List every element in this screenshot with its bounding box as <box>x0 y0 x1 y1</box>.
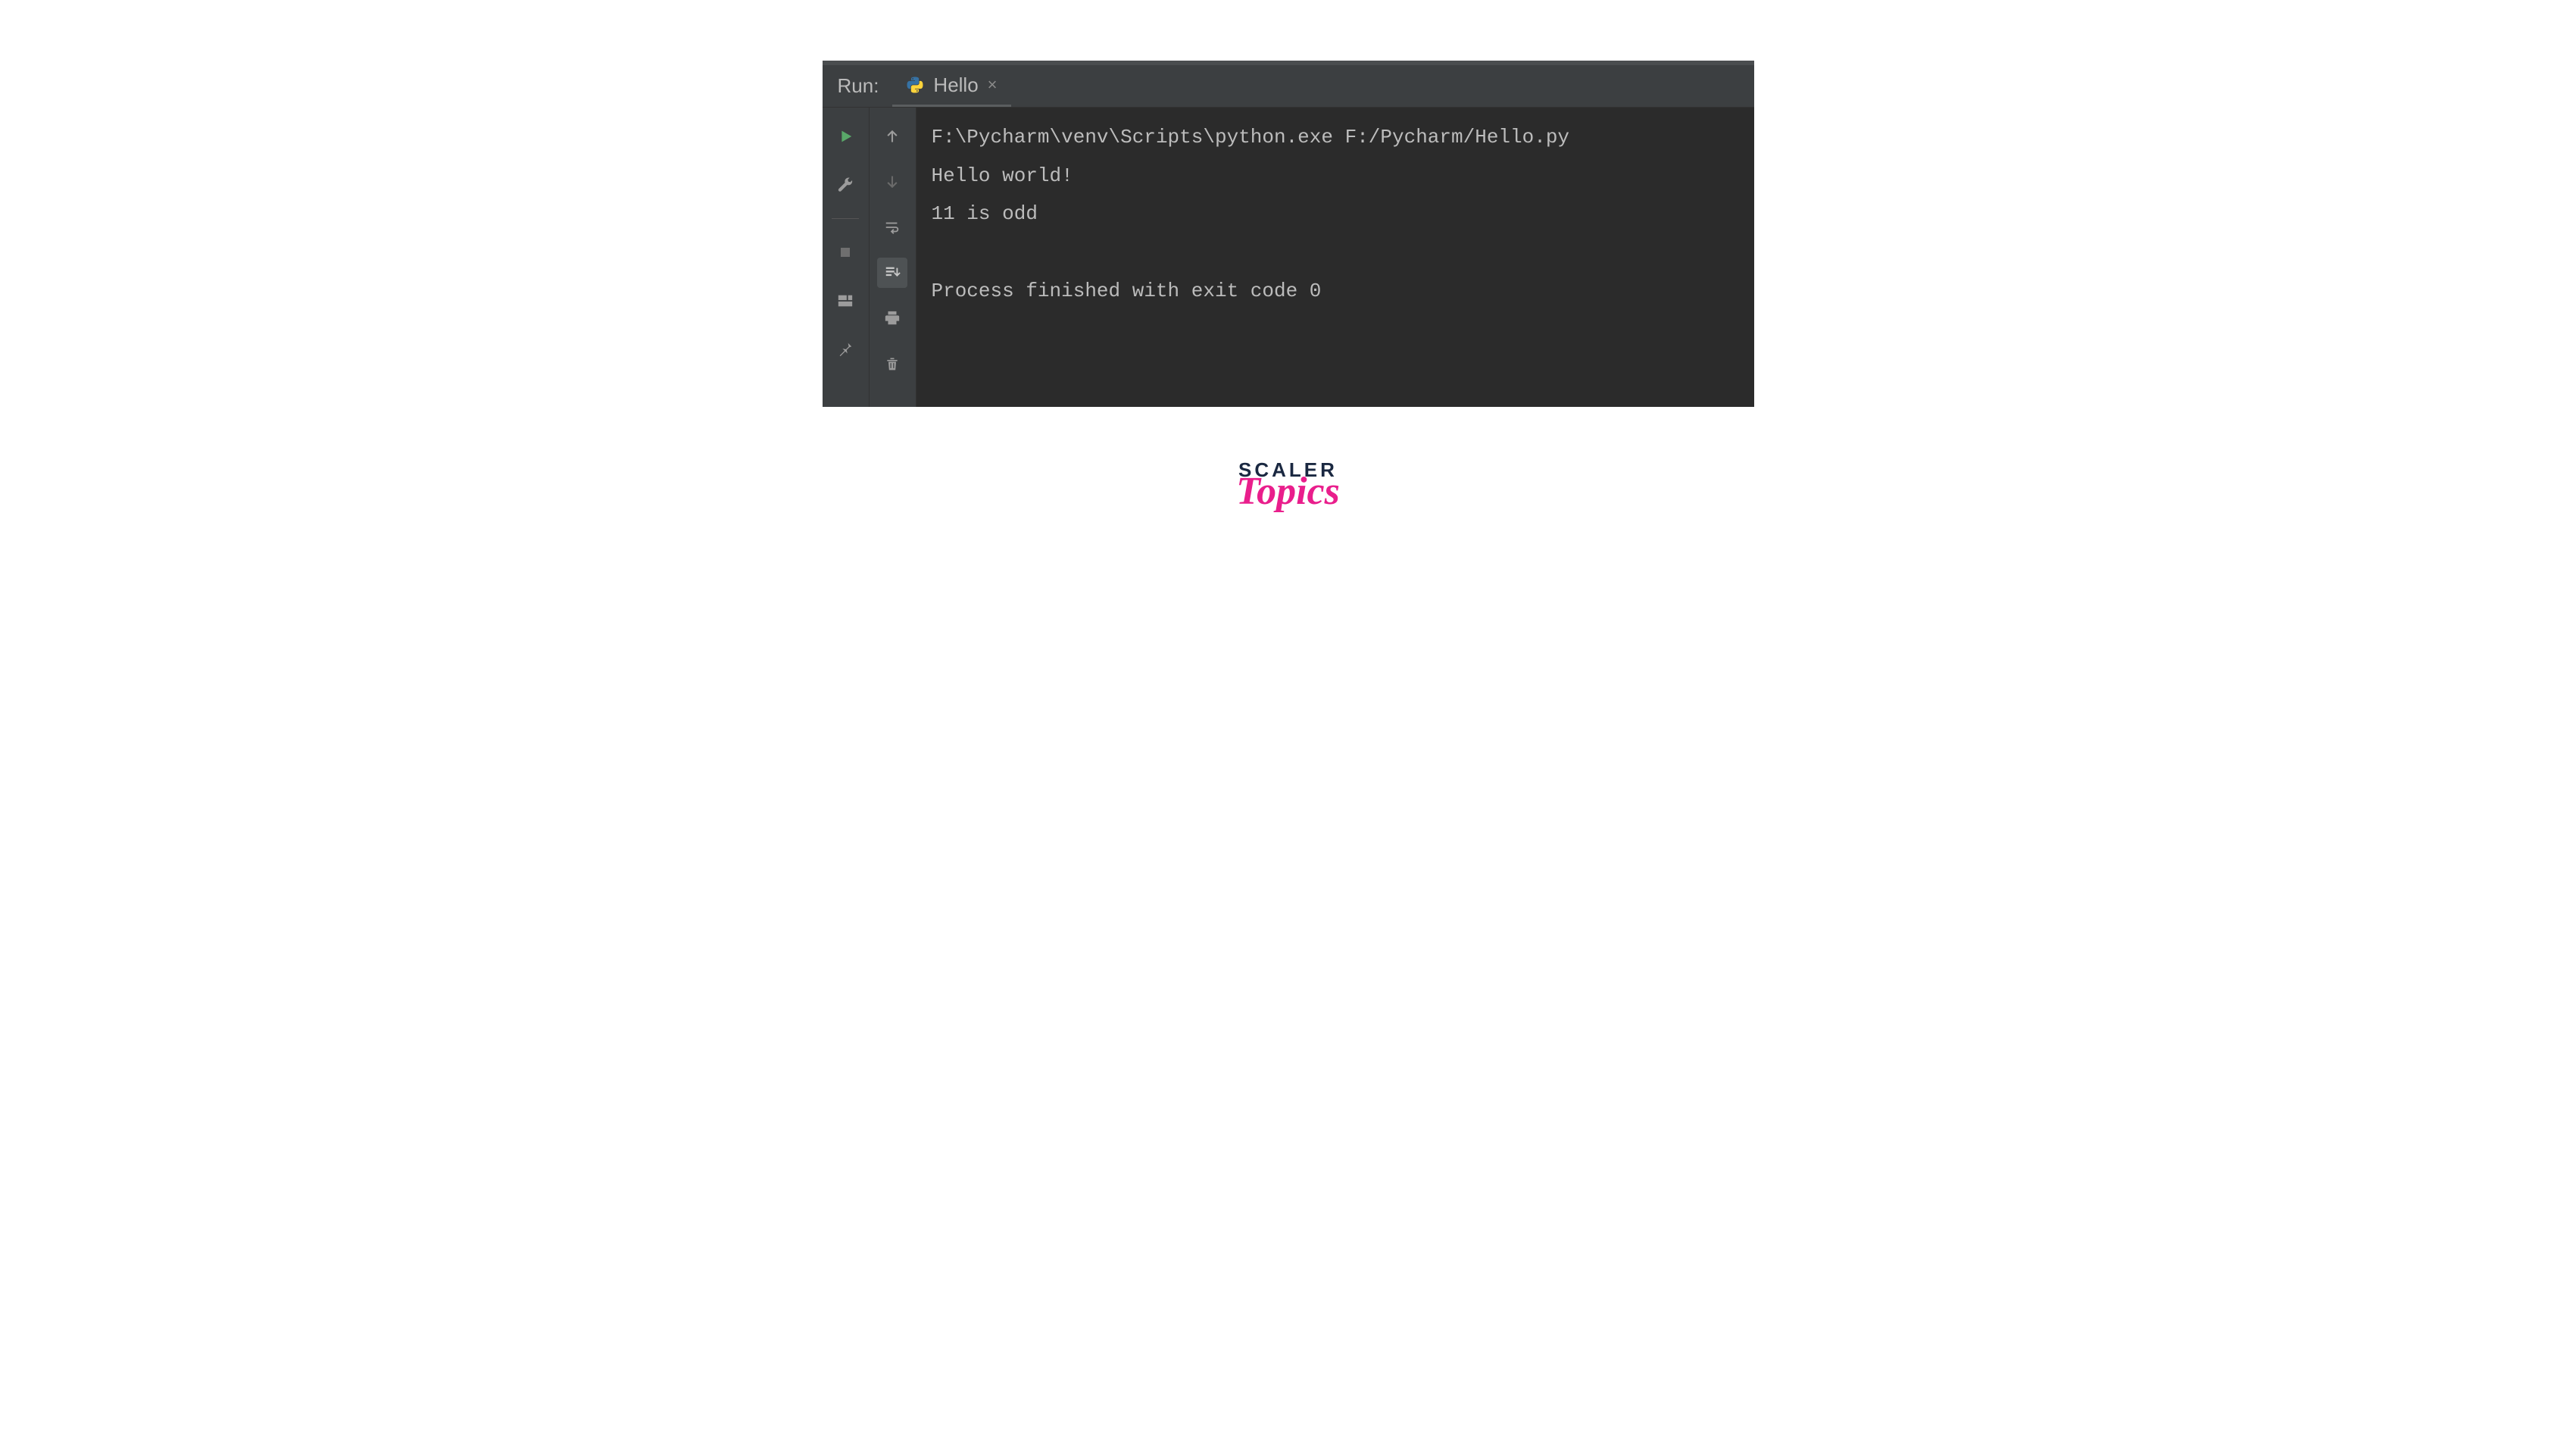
down-arrow-button[interactable] <box>877 167 907 197</box>
run-gutter-primary <box>823 108 870 407</box>
layout-button[interactable] <box>830 286 860 316</box>
scroll-to-end-button[interactable] <box>877 258 907 288</box>
console-output[interactable]: F:\Pycharm\venv\Scripts\python.exe F:/Py… <box>916 108 1754 407</box>
python-icon <box>906 76 924 94</box>
logo-line2: Topics <box>1236 472 1340 511</box>
close-tab-button[interactable]: × <box>988 75 998 95</box>
print-button[interactable] <box>877 303 907 333</box>
clear-button[interactable] <box>877 349 907 379</box>
pin-button[interactable] <box>830 334 860 364</box>
run-label: Run: <box>823 74 893 98</box>
wrench-button[interactable] <box>830 170 860 200</box>
soft-wrap-button[interactable] <box>877 212 907 242</box>
gutter-divider <box>832 218 859 219</box>
scaler-topics-logo: SCALER Topics <box>1236 460 1340 511</box>
run-body: F:\Pycharm\venv\Scripts\python.exe F:/Py… <box>823 108 1754 407</box>
stop-button[interactable] <box>830 237 860 267</box>
run-gutter-secondary <box>870 108 916 407</box>
run-tool-window: Run: Hello × <box>823 61 1754 407</box>
tab-bar: Run: Hello × <box>823 65 1754 108</box>
up-arrow-button[interactable] <box>877 121 907 152</box>
rerun-button[interactable] <box>830 121 860 152</box>
tab-hello[interactable]: Hello × <box>892 65 1010 107</box>
tab-title: Hello <box>933 73 978 97</box>
